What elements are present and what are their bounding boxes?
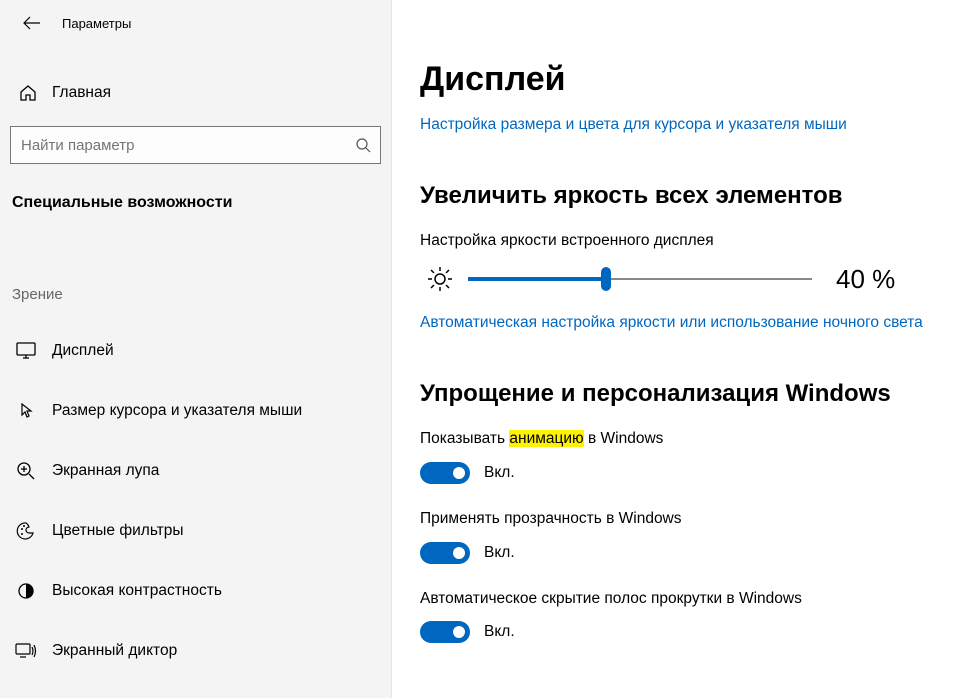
toggle-state: Вкл. bbox=[484, 623, 515, 641]
contrast-icon bbox=[12, 581, 40, 601]
home-icon bbox=[14, 84, 42, 102]
nav-display[interactable]: Дисплей bbox=[0, 321, 391, 381]
toggle-scrollbars[interactable] bbox=[420, 621, 470, 643]
section-title: Специальные возможности bbox=[12, 194, 391, 212]
content-pane: Дисплей Настройка размера и цвета для ку… bbox=[392, 0, 960, 698]
brightness-value: 40 % bbox=[836, 264, 895, 295]
transparency-label: Применять прозрачность в Windows bbox=[420, 508, 940, 530]
narrator-icon bbox=[12, 642, 40, 660]
animations-label: Показывать анимацию в Windows bbox=[420, 428, 940, 450]
group-label-vision: Зрение bbox=[12, 286, 391, 303]
setting-transparency: Применять прозрачность в Windows Вкл. bbox=[420, 508, 940, 564]
page-title: Дисплей bbox=[420, 60, 940, 99]
scrollbar-label: Автоматическое скрытие полос прокрутки в… bbox=[420, 588, 940, 610]
nav-label: Цветные фильтры bbox=[52, 522, 184, 540]
nav-label: Экранная лупа bbox=[52, 462, 159, 480]
link-auto-brightness[interactable]: Автоматическая настройка яркости или исп… bbox=[420, 311, 940, 334]
home-nav[interactable]: Главная bbox=[0, 74, 391, 112]
nav-label: Дисплей bbox=[52, 342, 114, 360]
toggle-state: Вкл. bbox=[484, 544, 515, 562]
brightness-icon bbox=[420, 265, 460, 293]
nav-label: Размер курсора и указателя мыши bbox=[52, 402, 302, 420]
nav-cursor-size[interactable]: Размер курсора и указателя мыши bbox=[0, 381, 391, 441]
brightness-row: 40 % bbox=[420, 264, 940, 295]
palette-icon bbox=[12, 521, 40, 541]
link-cursor-settings[interactable]: Настройка размера и цвета для курсора и … bbox=[420, 113, 940, 136]
brightness-slider[interactable] bbox=[468, 267, 812, 291]
nav-magnifier[interactable]: Экранная лупа bbox=[0, 441, 391, 501]
toggle-transparency[interactable] bbox=[420, 542, 470, 564]
title-bar: Параметры bbox=[0, 0, 391, 46]
search-icon bbox=[346, 137, 380, 153]
toggle-animations[interactable] bbox=[420, 462, 470, 484]
home-label: Главная bbox=[52, 84, 111, 102]
cursor-icon bbox=[12, 401, 40, 421]
heading-brightness: Увеличить яркость всех элементов bbox=[420, 182, 940, 210]
search-input[interactable] bbox=[11, 137, 346, 154]
monitor-icon bbox=[12, 342, 40, 360]
setting-scrollbars: Автоматическое скрытие полос прокрутки в… bbox=[420, 588, 940, 644]
highlight-animation: анимацию bbox=[509, 430, 583, 447]
nav-color-filters[interactable]: Цветные фильтры bbox=[0, 501, 391, 561]
window-title: Параметры bbox=[62, 16, 131, 31]
back-button[interactable] bbox=[12, 3, 52, 43]
magnifier-icon bbox=[12, 461, 40, 481]
nav-narrator[interactable]: Экранный диктор bbox=[0, 621, 391, 681]
toggle-state: Вкл. bbox=[484, 464, 515, 482]
search-box[interactable] bbox=[10, 126, 381, 164]
brightness-label: Настройка яркости встроенного дисплея bbox=[420, 230, 940, 252]
nav-label: Высокая контрастность bbox=[52, 582, 222, 600]
sidebar: Параметры Главная Специальные возможност… bbox=[0, 0, 392, 698]
nav-label: Экранный диктор bbox=[52, 642, 177, 660]
nav-high-contrast[interactable]: Высокая контрастность bbox=[0, 561, 391, 621]
heading-simplify: Упрощение и персонализация Windows bbox=[420, 380, 940, 408]
setting-animations: Показывать анимацию в Windows Вкл. bbox=[420, 428, 940, 484]
